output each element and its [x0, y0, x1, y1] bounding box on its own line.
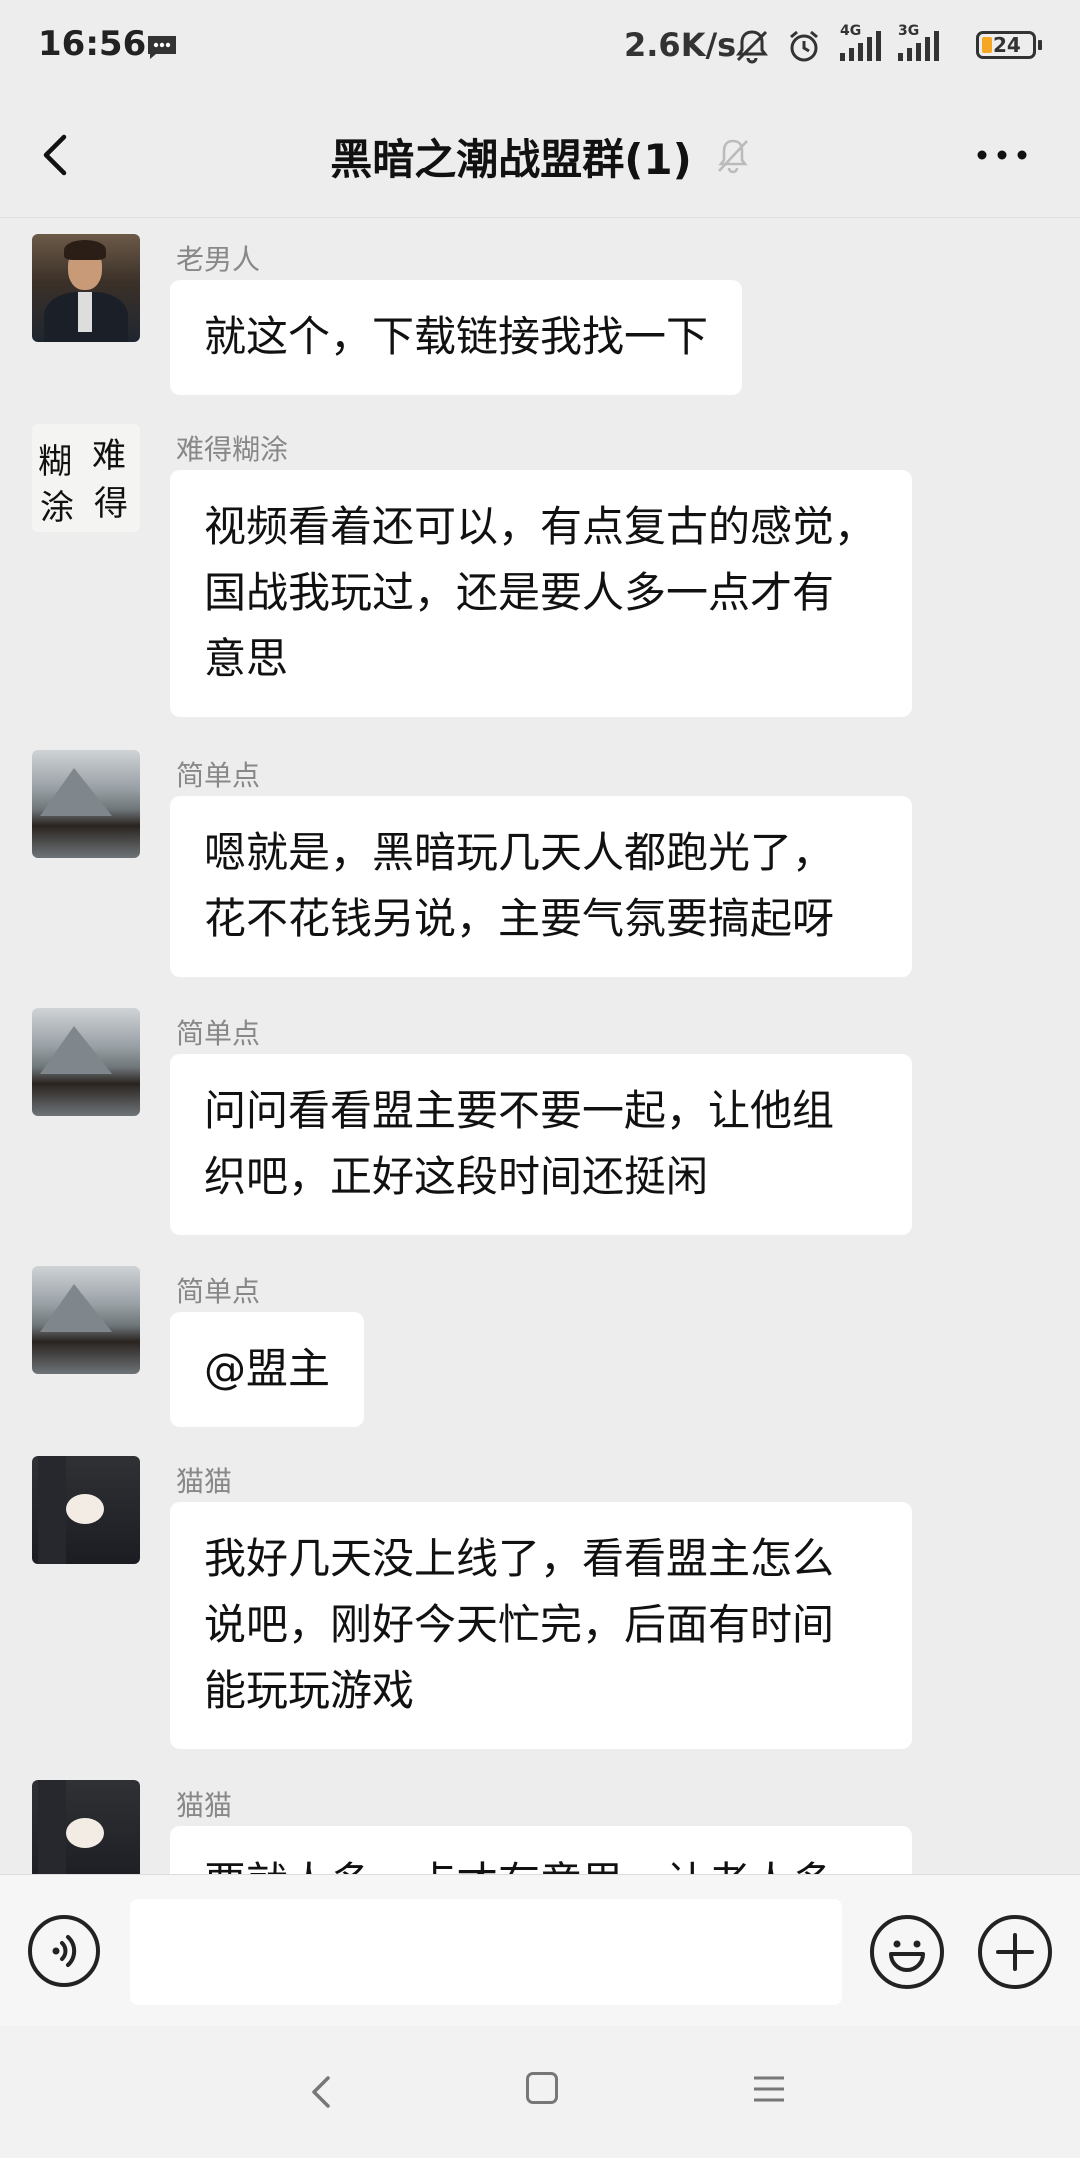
bell-muted-icon — [734, 28, 770, 68]
emoji-button[interactable] — [870, 1915, 944, 1989]
chat-title: 黑暗之潮战盟群(1) — [330, 134, 692, 184]
nav-home-icon[interactable] — [526, 2072, 558, 2104]
avatar[interactable] — [32, 750, 140, 858]
voice-input-button[interactable] — [28, 1915, 100, 1987]
sender-name: 老男人 — [176, 243, 261, 276]
sender-name: 简单点 — [176, 1017, 261, 1050]
signal-4g-label: 4G — [840, 23, 862, 39]
battery-icon: 24 — [976, 31, 1036, 59]
message-input[interactable] — [130, 1899, 842, 2005]
avatar[interactable]: 糊 涂 难 得 — [32, 424, 140, 532]
message-bubble[interactable]: 要就人多一点才有意思，让老人多 — [170, 1826, 912, 1874]
message-bubble[interactable]: 嗯就是，黑暗玩几天人都跑光了， 花不花钱另说，主要气氛要搞起呀 — [170, 796, 912, 977]
nav-back-icon[interactable] — [302, 2072, 342, 2116]
alarm-icon — [786, 28, 822, 68]
message-bubble[interactable]: 就这个，下载链接我找一下 — [170, 280, 743, 395]
signal-3g-label: 3G — [898, 23, 920, 39]
message-bubble[interactable]: @盟主 — [170, 1312, 365, 1427]
more-options-button[interactable] — [972, 135, 1032, 175]
smiley-icon — [889, 1940, 925, 1972]
status-bar: 16:56 2.6K/s 4G 3G 24 — [0, 0, 1080, 95]
avatar[interactable] — [32, 1780, 140, 1874]
system-nav-bar — [0, 2026, 1080, 2158]
battery-level: 24 — [993, 33, 1021, 57]
chat-header: 黑暗之潮战盟群(1) — [0, 95, 1080, 218]
more-dots-icon — [977, 150, 1027, 160]
plus-icon — [996, 1933, 1034, 1971]
signal-4g-icon: 4G — [838, 23, 884, 67]
nav-menu-icon[interactable] — [752, 2074, 786, 2108]
sender-name: 简单点 — [176, 759, 261, 792]
network-speed: 2.6K/s — [624, 26, 737, 64]
message-bubble[interactable]: 我好几天没上线了，看看盟主怎么 说吧，刚好今天忙完，后面有时间 能玩玩游戏 — [170, 1502, 912, 1749]
mute-bell-icon — [716, 137, 750, 179]
chevron-left-icon — [43, 134, 67, 176]
status-time: 16:56 — [38, 24, 147, 64]
sender-name: 简单点 — [176, 1275, 261, 1308]
sender-name: 猫猫 — [176, 1789, 233, 1822]
avatar[interactable] — [32, 234, 140, 342]
more-actions-button[interactable] — [978, 1915, 1052, 1989]
back-button[interactable] — [30, 125, 90, 185]
avatar[interactable] — [32, 1008, 140, 1116]
avatar[interactable] — [32, 1266, 140, 1374]
sender-name: 难得糊涂 — [176, 433, 289, 466]
avatar[interactable] — [32, 1456, 140, 1564]
status-icons: 4G 3G — [734, 23, 942, 68]
message-bubble[interactable]: 视频看着还可以，有点复古的感觉， 国战我玩过，还是要人多一点才有 意思 — [170, 470, 912, 717]
message-bubble[interactable]: 问问看看盟主要不要一起，让他组 织吧，正好这段时间还挺闲 — [170, 1054, 912, 1235]
message-list[interactable]: 老男人 就这个，下载链接我找一下 糊 涂 难 得 难得糊涂 视频看着还可以，有点… — [0, 218, 1080, 1874]
input-bar — [0, 1874, 1080, 2027]
voice-icon — [52, 1935, 77, 1967]
signal-3g-icon: 3G — [896, 23, 942, 67]
message-notification-icon — [146, 34, 178, 64]
sender-name: 猫猫 — [176, 1465, 233, 1498]
